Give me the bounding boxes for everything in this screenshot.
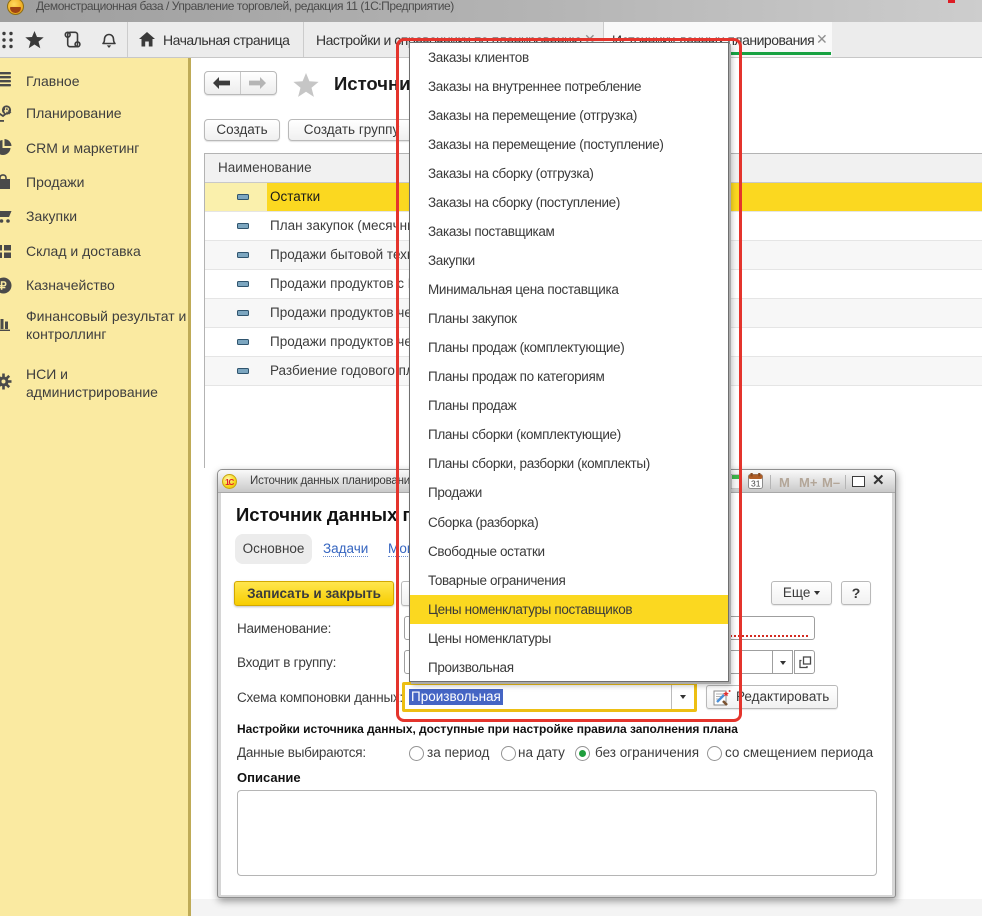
svg-text:₽: ₽	[4, 106, 9, 115]
svg-text:31: 31	[751, 478, 761, 488]
svg-text:₽: ₽	[0, 280, 7, 292]
